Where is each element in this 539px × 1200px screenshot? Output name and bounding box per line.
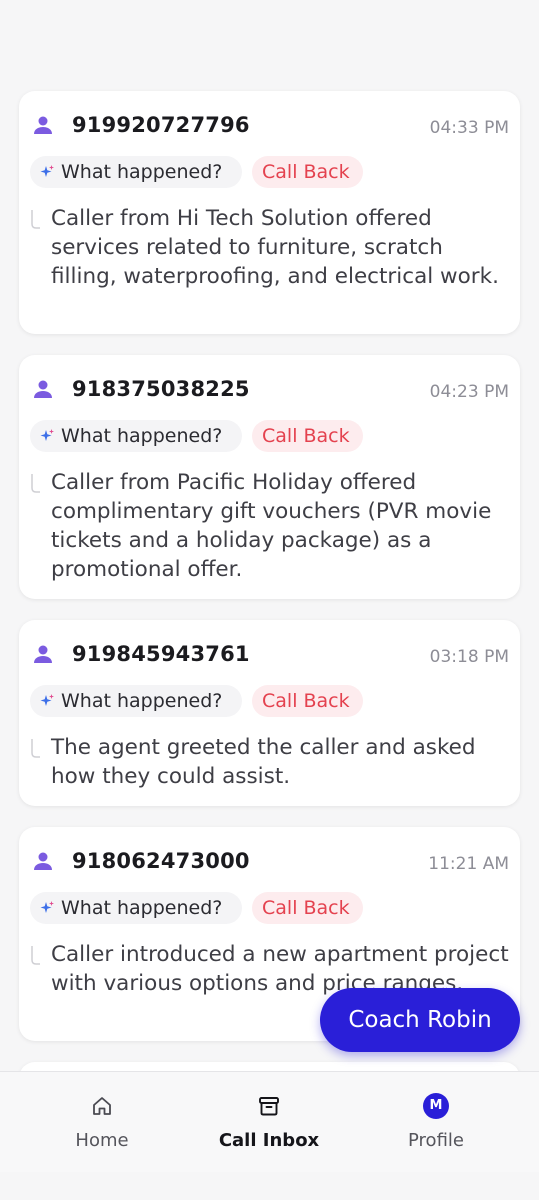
nav-home[interactable]: Home	[27, 1072, 177, 1173]
nav-profile[interactable]: M Profile	[361, 1072, 511, 1173]
sparkle-icon	[40, 901, 54, 913]
call-time: 03:18 PM	[429, 647, 509, 667]
call-line-icon	[31, 946, 40, 965]
call-time: 11:21 AM	[428, 854, 509, 874]
bottom-navigation: Home Call Inbox M Profile	[0, 1071, 539, 1173]
call-card[interactable]	[19, 1062, 520, 1071]
call-back-label: Call Back	[262, 425, 350, 447]
call-summary: Caller from Pacific Holiday offered comp…	[30, 468, 510, 588]
summary-text: Caller from Hi Tech Solution offered ser…	[51, 206, 499, 289]
call-back-badge: Call Back	[252, 892, 363, 924]
sparkle-icon	[40, 694, 54, 706]
summary-text: Caller from Pacific Holiday offered comp…	[51, 470, 492, 582]
sparkle-icon	[40, 165, 54, 177]
what-happened-label: What happened?	[61, 425, 223, 447]
user-icon	[34, 645, 52, 663]
what-happened-chip[interactable]: What happened?	[30, 156, 242, 188]
nav-call-inbox[interactable]: Call Inbox	[194, 1072, 344, 1173]
call-card-header: 918062473000 11:21 AM	[19, 827, 520, 897]
call-feed: 919920727796 04:33 PM What happened? Cal…	[0, 0, 539, 1071]
call-card[interactable]: 919845943761 03:18 PM What happened? Cal…	[19, 620, 520, 806]
user-icon	[34, 116, 52, 134]
call-summary: The agent greeted the caller and asked h…	[30, 733, 510, 795]
call-back-label: Call Back	[262, 690, 350, 712]
what-happened-label: What happened?	[61, 161, 223, 183]
archive-box-icon	[259, 1097, 279, 1116]
call-back-label: Call Back	[262, 161, 350, 183]
call-time: 04:33 PM	[429, 118, 509, 138]
caller-number: 919920727796	[72, 113, 250, 137]
call-back-badge: Call Back	[252, 685, 363, 717]
coach-robin-button[interactable]: Coach Robin	[320, 988, 520, 1052]
caller-number: 918375038225	[72, 377, 250, 401]
user-icon	[34, 852, 52, 870]
nav-profile-label: Profile	[408, 1130, 464, 1151]
what-happened-chip[interactable]: What happened?	[30, 685, 242, 717]
call-card-header: 919920727796 04:33 PM	[19, 91, 520, 161]
what-happened-chip[interactable]: What happened?	[30, 892, 242, 924]
sparkle-icon	[40, 429, 54, 441]
call-line-icon	[31, 739, 40, 758]
call-card-header: 918375038225 04:23 PM	[19, 355, 520, 425]
call-line-icon	[31, 474, 40, 493]
home-icon	[93, 1097, 111, 1115]
call-card[interactable]: 919920727796 04:33 PM What happened? Cal…	[19, 91, 520, 334]
call-card-header: 919845943761 03:18 PM	[19, 620, 520, 690]
caller-number: 919845943761	[72, 642, 250, 666]
profile-avatar: M	[423, 1093, 449, 1119]
caller-number: 918062473000	[72, 849, 250, 873]
what-happened-chip[interactable]: What happened?	[30, 420, 242, 452]
what-happened-label: What happened?	[61, 690, 223, 712]
summary-text: The agent greeted the caller and asked h…	[51, 735, 476, 789]
nav-call-inbox-label: Call Inbox	[218, 1130, 320, 1151]
call-line-icon	[31, 210, 40, 229]
call-summary: Caller from Hi Tech Solution offered ser…	[30, 204, 510, 324]
what-happened-label: What happened?	[61, 897, 223, 919]
user-icon	[34, 380, 52, 398]
nav-home-label: Home	[75, 1130, 129, 1151]
call-back-badge: Call Back	[252, 156, 363, 188]
call-back-label: Call Back	[262, 897, 350, 919]
system-gesture-bar	[0, 1172, 539, 1200]
call-time: 04:23 PM	[429, 382, 509, 402]
call-back-badge: Call Back	[252, 420, 363, 452]
call-card[interactable]: 918375038225 04:23 PM What happened? Cal…	[19, 355, 520, 599]
